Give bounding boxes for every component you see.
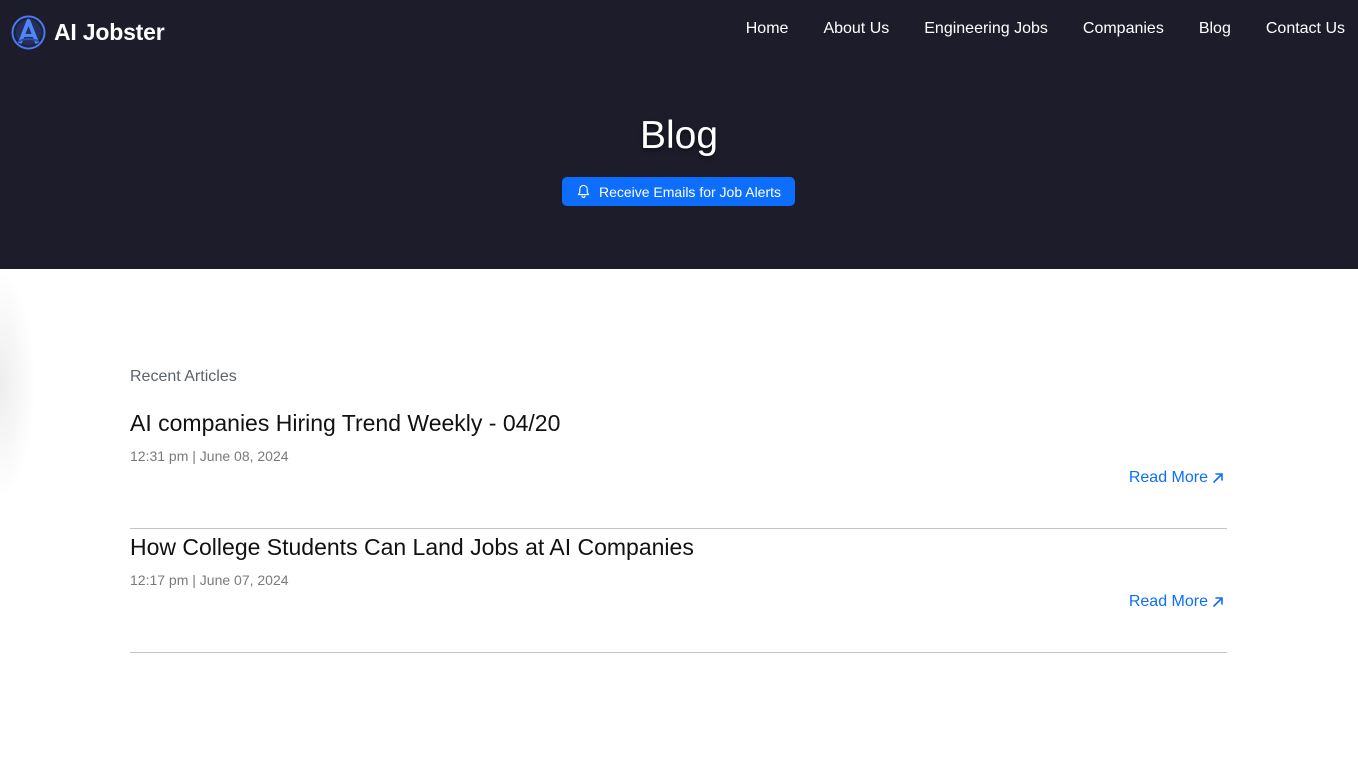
a-letter-logo-icon	[11, 14, 46, 50]
read-more-link[interactable]: Read More	[1129, 593, 1224, 611]
nav-home[interactable]: Home	[746, 20, 789, 38]
page-title: Blog	[639, 114, 719, 157]
arrow-up-right-icon	[1213, 473, 1223, 483]
side-shadow-decoration	[0, 269, 36, 499]
job-alerts-label: Receive Emails for Job Alerts	[598, 183, 782, 200]
article-item: How College Students Can Land Jobs at AI…	[130, 529, 1227, 653]
recent-articles-section: Recent Articles AI companies Hiring Tren…	[130, 367, 1227, 653]
brand-link[interactable]: AI Jobster	[11, 14, 165, 50]
brand-name: AI Jobster	[54, 18, 165, 45]
hero-section: AI Jobster Home About Us Engineering Job…	[0, 0, 1358, 269]
read-more-label: Read More	[1128, 469, 1208, 486]
article-item: AI companies Hiring Trend Weekly - 04/20…	[130, 408, 1227, 529]
arrow-up-right-icon	[1213, 597, 1223, 607]
article-title[interactable]: How College Students Can Land Jobs at AI…	[130, 532, 694, 562]
nav-links: Home About Us Engineering Jobs Companies…	[746, 20, 1345, 38]
bell-icon	[577, 184, 590, 198]
article-title[interactable]: AI companies Hiring Trend Weekly - 04/20	[130, 408, 560, 438]
nav-contact-us[interactable]: Contact Us	[1266, 20, 1345, 38]
job-alerts-button[interactable]: Receive Emails for Job Alerts	[562, 177, 795, 206]
article-timestamp: 12:31 pm | June 08, 2024	[130, 448, 289, 464]
nav-blog[interactable]: Blog	[1199, 20, 1231, 38]
read-more-link[interactable]: Read More	[1129, 469, 1224, 487]
nav-about-us[interactable]: About Us	[823, 20, 889, 38]
nav-companies[interactable]: Companies	[1083, 20, 1164, 38]
top-navbar: AI Jobster Home About Us Engineering Job…	[0, 0, 1358, 64]
section-label: Recent Articles	[130, 368, 237, 385]
nav-engineering-jobs[interactable]: Engineering Jobs	[924, 20, 1048, 38]
article-timestamp: 12:17 pm | June 07, 2024	[130, 572, 289, 588]
read-more-label: Read More	[1128, 593, 1208, 610]
